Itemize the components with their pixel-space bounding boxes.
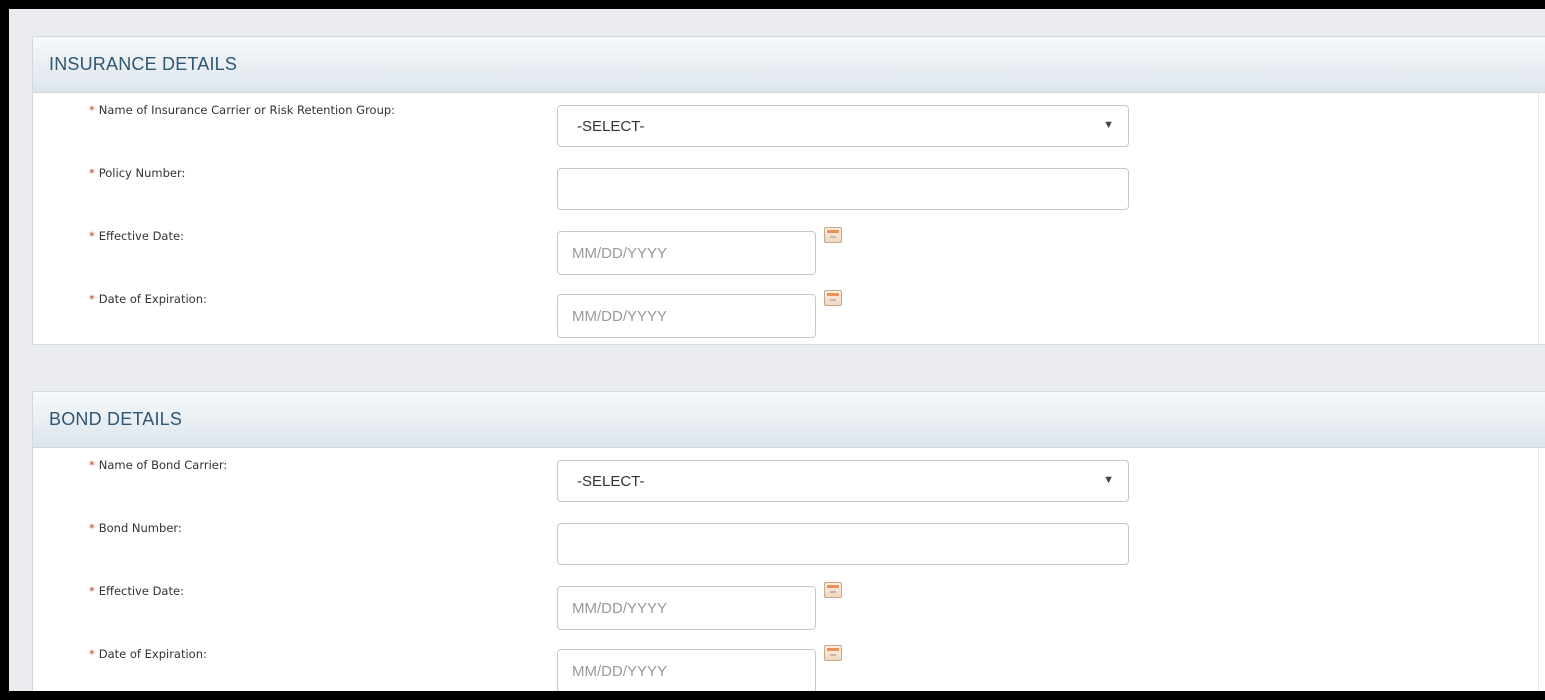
insurance-carrier-select[interactable]: -SELECT- ▼ [557,105,1129,147]
bond-carrier-select[interactable]: -SELECT- ▼ [557,460,1129,502]
bond-effective-date-row: * Effective Date: [33,574,1545,630]
bond-effective-date-label: Effective Date: [98,584,184,598]
section-title: BOND DETAILS [49,409,183,429]
chevron-down-icon: ▼ [1103,119,1114,131]
bond-carrier-row: * Name of Bond Carrier: -SELECT- ▼ [33,448,1545,502]
required-marker: * [89,458,95,472]
bond-number-row: * Bond Number: [33,511,1545,565]
required-marker: * [89,166,95,180]
required-marker: * [89,584,95,598]
insurance-expiration-date-row: * Date of Expiration: [33,282,1545,338]
bond-effective-date-input[interactable] [557,586,816,630]
calendar-icon[interactable] [824,290,842,306]
field-label: * Date of Expiration: [89,292,207,306]
select-value: -SELECT- [577,117,645,135]
bond-number-label: Bond Number: [98,521,182,535]
chevron-down-icon: ▼ [1103,474,1114,486]
calendar-icon[interactable] [824,582,842,598]
insurance-carrier-label: Name of Insurance Carrier or Risk Retent… [98,103,396,117]
field-label: * Policy Number: [89,166,185,180]
insurance-details-body: * Name of Insurance Carrier or Risk Reten… [33,93,1545,344]
field-label: * Name of Bond Carrier: [89,458,227,472]
field-label: * Effective Date: [89,229,184,243]
required-marker: * [89,103,95,117]
page-frame: INSURANCE DETAILS * Name of Insurance Car… [9,9,1545,691]
bond-expiration-date-input[interactable] [557,649,816,691]
bond-details-body: * Name of Bond Carrier: -SELECT- ▼ * Bond … [33,448,1545,691]
required-marker: * [89,292,95,306]
field-label: * Bond Number: [89,521,182,535]
insurance-effective-date-label: Effective Date: [98,229,184,243]
field-label: * Effective Date: [89,584,184,598]
field-label: * Date of Expiration: [89,647,207,661]
required-marker: * [89,229,95,243]
calendar-icon[interactable] [824,227,842,243]
bond-expiration-date-label: Date of Expiration: [98,647,207,661]
policy-number-row: * Policy Number: [33,156,1545,210]
bond-carrier-label: Name of Bond Carrier: [98,458,228,472]
select-value: -SELECT- [577,472,645,490]
field-label: * Name of Insurance Carrier or Risk Reten… [89,103,395,117]
insurance-effective-date-input[interactable] [557,231,816,275]
bond-number-input[interactable] [557,523,1129,565]
policy-number-input[interactable] [557,168,1129,210]
insurance-expiration-date-label: Date of Expiration: [98,292,207,306]
insurance-details-panel: INSURANCE DETAILS * Name of Insurance Car… [32,36,1545,345]
required-marker: * [89,521,95,535]
calendar-icon[interactable] [824,645,842,661]
insurance-details-header: INSURANCE DETAILS [33,37,1545,93]
bond-details-panel: BOND DETAILS * Name of Bond Carrier: -SEL… [32,391,1545,691]
insurance-effective-date-row: * Effective Date: [33,219,1545,275]
policy-number-label: Policy Number: [98,166,186,180]
insurance-carrier-row: * Name of Insurance Carrier or Risk Reten… [33,93,1545,147]
bond-expiration-date-row: * Date of Expiration: [33,637,1545,691]
bond-details-header: BOND DETAILS [33,392,1545,448]
insurance-expiration-date-input[interactable] [557,294,816,338]
required-marker: * [89,647,95,661]
section-title: INSURANCE DETAILS [49,54,238,74]
